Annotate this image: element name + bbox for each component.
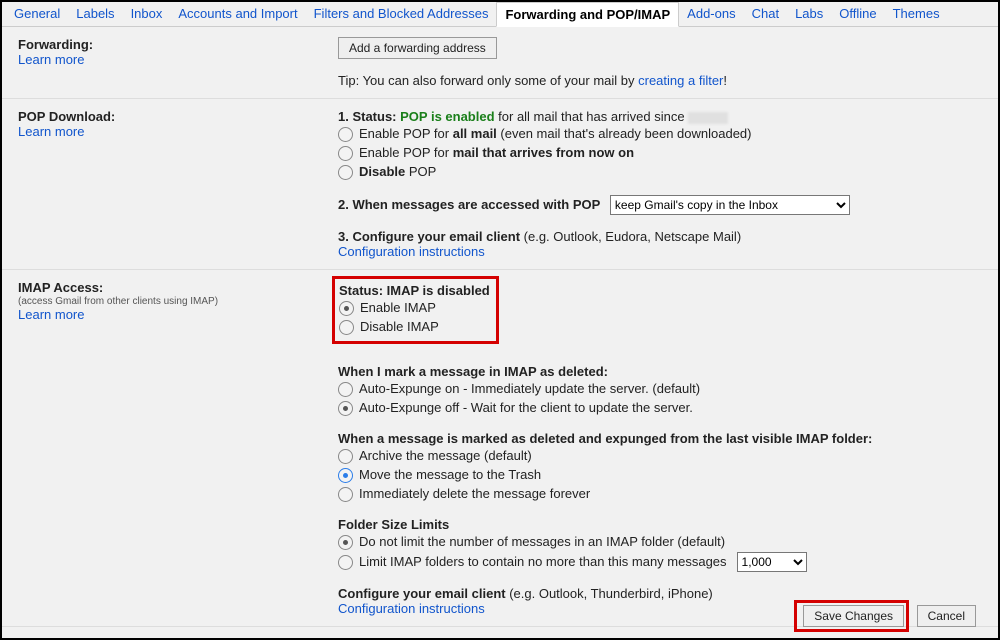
folder-limit-label: Limit IMAP folders to contain no more th…	[359, 553, 727, 571]
radio-icon	[338, 468, 353, 483]
radio-icon	[338, 401, 353, 416]
imap-status-highlight-box: Status: IMAP is disabled Enable IMAP Dis…	[332, 276, 499, 344]
section-forwarding: Forwarding: Learn more Add a forwarding …	[2, 27, 998, 99]
forwarding-learn-more-link[interactable]: Learn more	[18, 52, 84, 67]
pop-learn-more-link[interactable]: Learn more	[18, 124, 84, 139]
imap-trash-label: Move the message to the Trash	[359, 466, 541, 484]
pop-status-suffix: for all mail that has arrived since	[495, 109, 689, 124]
imap-status-value: IMAP is disabled	[387, 283, 490, 298]
imap-configure-line: Configure your email client (e.g. Outloo…	[338, 586, 982, 601]
forwarding-tip-end: !	[723, 73, 727, 88]
imap-disable-label: Disable IMAP	[360, 318, 439, 336]
imap-archive-label: Archive the message (default)	[359, 447, 532, 465]
pop-configure-line: 3. Configure your email client (e.g. Out…	[338, 229, 982, 244]
pop-configure-examples: (e.g. Outlook, Eudora, Netscape Mail)	[520, 229, 741, 244]
pop-status-value: POP is enabled	[400, 109, 494, 124]
pop-configure-label: 3. Configure your email client	[338, 229, 520, 244]
tab-inbox[interactable]: Inbox	[123, 2, 171, 26]
folder-nolimit-radio-row[interactable]: Do not limit the number of messages in a…	[338, 533, 982, 551]
tab-labels[interactable]: Labels	[68, 2, 122, 26]
imap-enable-radio-row[interactable]: Enable IMAP	[339, 299, 490, 317]
pop-access-label: 2. When messages are accessed with POP	[338, 197, 600, 212]
radio-icon	[338, 127, 353, 142]
imap-expunge-off-radio-row[interactable]: Auto-Expunge off - Wait for the client t…	[338, 399, 982, 417]
tab-forwarding-and-pop-imap[interactable]: Forwarding and POP/IMAP	[496, 2, 679, 27]
settings-tabs: GeneralLabelsInboxAccounts and ImportFil…	[2, 2, 998, 27]
tab-filters-and-blocked-addresses[interactable]: Filters and Blocked Addresses	[306, 2, 497, 26]
imap-disable-radio-row[interactable]: Disable IMAP	[339, 318, 490, 336]
imap-status-line: Status: IMAP is disabled	[339, 283, 490, 298]
pop-title: POP Download:	[18, 109, 338, 124]
tab-themes[interactable]: Themes	[885, 2, 948, 26]
save-changes-button[interactable]: Save Changes	[803, 605, 904, 627]
section-pop: POP Download: Learn more 1. Status: POP …	[2, 99, 998, 270]
pop-status-line: 1. Status: POP is enabled for all mail t…	[338, 109, 982, 124]
tab-labs[interactable]: Labs	[787, 2, 831, 26]
creating-filter-link[interactable]: creating a filter	[638, 73, 723, 88]
imap-enable-label: Enable IMAP	[360, 299, 436, 317]
radio-icon	[338, 146, 353, 161]
imap-expunged-heading: When a message is marked as deleted and …	[338, 431, 872, 446]
add-forwarding-address-button[interactable]: Add a forwarding address	[338, 37, 497, 59]
imap-delete-heading: When I mark a message in IMAP as deleted…	[338, 364, 608, 379]
imap-status-label: Status:	[339, 283, 387, 298]
imap-delete-forever-label: Immediately delete the message forever	[359, 485, 590, 503]
folder-nolimit-label: Do not limit the number of messages in a…	[359, 533, 725, 551]
radio-icon	[338, 165, 353, 180]
pop-status-prefix: 1. Status:	[338, 109, 400, 124]
pop-disable-label: Disable POP	[359, 163, 436, 181]
footer-buttons: Save Changes Cancel	[794, 600, 976, 632]
imap-expunge-on-label: Auto-Expunge on - Immediately update the…	[359, 380, 700, 398]
tab-general[interactable]: General	[6, 2, 68, 26]
radio-icon	[339, 320, 354, 335]
settings-frame: { "tabs": ["General","Labels","Inbox","A…	[0, 0, 1000, 640]
pop-access-line: 2. When messages are accessed with POP k…	[338, 195, 982, 215]
imap-configure-examples: (e.g. Outlook, Thunderbird, iPhone)	[506, 586, 713, 601]
pop-since-date-blurred	[688, 112, 728, 124]
forwarding-title: Forwarding:	[18, 37, 338, 52]
imap-archive-radio-row[interactable]: Archive the message (default)	[338, 447, 982, 465]
radio-icon	[338, 449, 353, 464]
radio-icon	[338, 487, 353, 502]
section-imap: IMAP Access: (access Gmail from other cl…	[2, 270, 998, 627]
imap-subnote: (access Gmail from other clients using I…	[18, 296, 338, 307]
pop-enable-new-label: Enable POP for mail that arrives from no…	[359, 144, 634, 162]
forwarding-tip: Tip: You can also forward only some of y…	[338, 73, 982, 88]
cancel-button[interactable]: Cancel	[917, 605, 976, 627]
folder-limit-radio-row[interactable]: Limit IMAP folders to contain no more th…	[338, 552, 982, 572]
folder-limit-select[interactable]: 1,000	[737, 552, 807, 572]
pop-access-select[interactable]: keep Gmail's copy in the Inbox	[610, 195, 850, 215]
pop-enable-new-radio-row[interactable]: Enable POP for mail that arrives from no…	[338, 144, 982, 162]
imap-config-instructions-link[interactable]: Configuration instructions	[338, 601, 485, 616]
radio-icon	[338, 555, 353, 570]
imap-delete-forever-radio-row[interactable]: Immediately delete the message forever	[338, 485, 982, 503]
tab-offline[interactable]: Offline	[831, 2, 884, 26]
radio-icon	[338, 535, 353, 550]
pop-config-instructions-link[interactable]: Configuration instructions	[338, 244, 485, 259]
imap-configure-label: Configure your email client	[338, 586, 506, 601]
save-highlight-box: Save Changes	[794, 600, 909, 632]
imap-expunge-on-radio-row[interactable]: Auto-Expunge on - Immediately update the…	[338, 380, 982, 398]
pop-enable-all-radio-row[interactable]: Enable POP for all mail (even mail that'…	[338, 125, 982, 143]
folder-size-heading: Folder Size Limits	[338, 517, 449, 532]
imap-title: IMAP Access:	[18, 280, 338, 295]
imap-expunge-off-label: Auto-Expunge off - Wait for the client t…	[359, 399, 693, 417]
imap-trash-radio-row[interactable]: Move the message to the Trash	[338, 466, 982, 484]
imap-learn-more-link[interactable]: Learn more	[18, 307, 84, 322]
tab-accounts-and-import[interactable]: Accounts and Import	[170, 2, 305, 26]
radio-icon	[339, 301, 354, 316]
forwarding-tip-text: Tip: You can also forward only some of y…	[338, 73, 638, 88]
radio-icon	[338, 382, 353, 397]
pop-disable-radio-row[interactable]: Disable POP	[338, 163, 982, 181]
tab-add-ons[interactable]: Add-ons	[679, 2, 743, 26]
pop-enable-all-label: Enable POP for all mail (even mail that'…	[359, 125, 752, 143]
tab-chat[interactable]: Chat	[744, 2, 787, 26]
